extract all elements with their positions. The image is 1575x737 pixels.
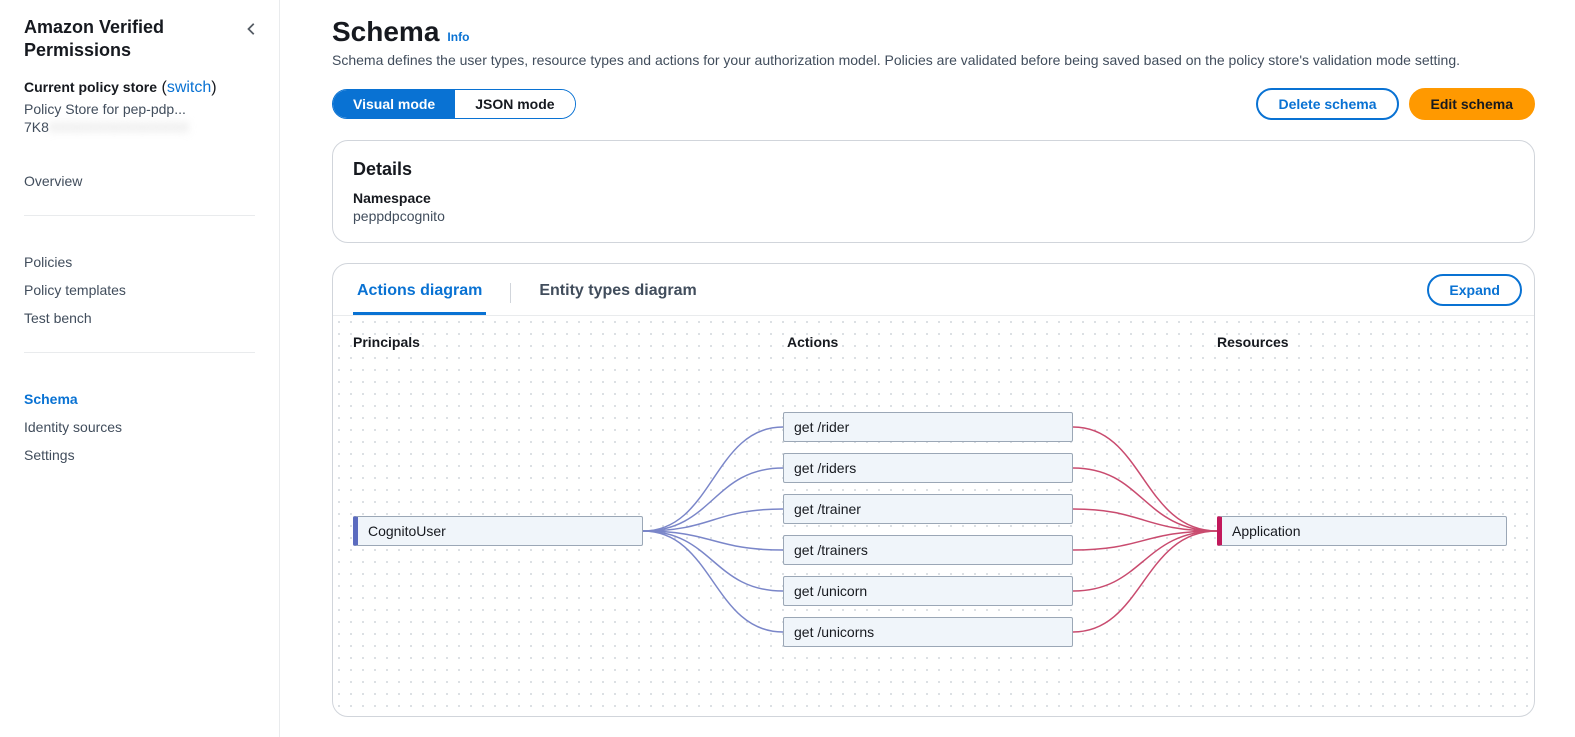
info-link[interactable]: Info: [447, 30, 469, 44]
divider: [24, 352, 255, 353]
json-mode-button[interactable]: JSON mode: [455, 90, 574, 118]
store-name: Policy Store for pep-pdp...: [24, 101, 255, 117]
nav-schema[interactable]: Schema: [24, 385, 255, 413]
store-id: 7K8XXXXXXXXXXXXXXX: [24, 119, 255, 135]
column-resources: Resources: [1217, 334, 1289, 350]
nav-policies[interactable]: Policies: [24, 248, 255, 276]
main-content: Schema Info Schema defines the user type…: [280, 0, 1575, 737]
action-node[interactable]: get /trainer: [783, 494, 1073, 524]
collapse-sidebar-icon[interactable]: [245, 22, 259, 41]
visual-mode-button[interactable]: Visual mode: [333, 90, 455, 118]
nav-policy-templates[interactable]: Policy templates: [24, 276, 255, 304]
action-node[interactable]: get /unicorns: [783, 617, 1073, 647]
details-heading: Details: [353, 159, 1514, 180]
action-node[interactable]: get /riders: [783, 453, 1073, 483]
action-node[interactable]: get /unicorn: [783, 576, 1073, 606]
service-title: Amazon Verified Permissions: [24, 16, 255, 63]
namespace-label: Namespace: [353, 190, 1514, 206]
action-node[interactable]: get /rider: [783, 412, 1073, 442]
mode-toggle: Visual mode JSON mode: [332, 89, 576, 119]
diagram-canvas[interactable]: Principals Actions Resources: [333, 316, 1534, 716]
edit-schema-button[interactable]: Edit schema: [1409, 88, 1535, 120]
divider: [24, 215, 255, 216]
nav-test-bench[interactable]: Test bench: [24, 304, 255, 332]
tab-separator: [510, 283, 511, 303]
nav-settings[interactable]: Settings: [24, 441, 255, 469]
namespace-value: peppdpcognito: [353, 208, 1514, 224]
nav-identity-sources[interactable]: Identity sources: [24, 413, 255, 441]
current-store-label: Current policy store: [24, 79, 157, 95]
action-node[interactable]: get /trainers: [783, 535, 1073, 565]
delete-schema-button[interactable]: Delete schema: [1256, 88, 1398, 120]
expand-button[interactable]: Expand: [1427, 274, 1522, 306]
sidebar: Amazon Verified Permissions Current poli…: [0, 0, 280, 737]
tab-actions-diagram[interactable]: Actions diagram: [353, 270, 486, 315]
principal-node[interactable]: CognitoUser: [353, 516, 643, 546]
page-description: Schema defines the user types, resource …: [332, 52, 1535, 68]
column-actions: Actions: [787, 334, 838, 350]
switch-store-link[interactable]: switch: [167, 79, 211, 96]
column-principals: Principals: [353, 334, 420, 350]
details-panel: Details Namespace peppdpcognito: [332, 140, 1535, 243]
nav-overview[interactable]: Overview: [24, 167, 255, 195]
tab-entity-types-diagram[interactable]: Entity types diagram: [535, 270, 700, 315]
page-title: Schema: [332, 16, 439, 48]
diagram-panel: Actions diagram Entity types diagram Exp…: [332, 263, 1535, 717]
resource-node[interactable]: Application: [1217, 516, 1507, 546]
